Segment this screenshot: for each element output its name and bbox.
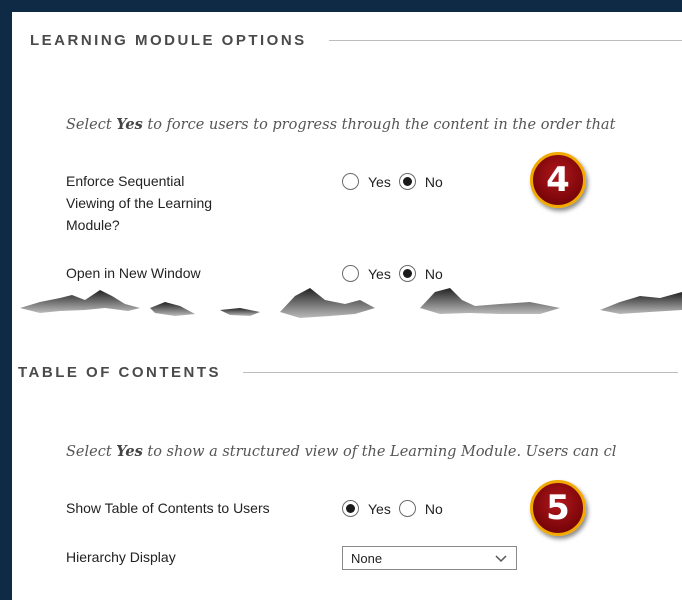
section-title: TABLE OF CONTENTS xyxy=(18,364,222,381)
toc-instruction: Select Yes to show a structured view of … xyxy=(66,443,616,460)
select-value: None xyxy=(351,550,383,566)
no-label: No xyxy=(424,500,443,517)
chevron-down-icon xyxy=(495,555,507,563)
sequential-yes-radio[interactable] xyxy=(342,173,359,190)
no-label: No xyxy=(424,173,443,190)
toc-section-header: TABLE OF CONTENTS xyxy=(18,364,678,381)
instruction-text: to show a structured view of the Learnin… xyxy=(142,444,617,460)
show-toc-yes-radio[interactable] xyxy=(342,500,359,517)
torn-edge-divider xyxy=(20,288,682,318)
step-5-badge: 5 xyxy=(530,480,586,536)
learning-module-options-panel: LEARNING MODULE OPTIONS Select Yes to fo… xyxy=(12,12,682,312)
show-toc-radio-group: Yes No xyxy=(342,500,451,517)
show-toc-label: Show Table of Contents to Users xyxy=(66,500,270,516)
instruction-text: Select xyxy=(66,117,117,133)
sequential-no-radio[interactable] xyxy=(398,173,416,190)
section-divider xyxy=(328,40,682,41)
show-toc-no-radio[interactable] xyxy=(398,500,416,517)
instruction-emphasis: Yes xyxy=(116,443,143,460)
window-frame-top xyxy=(0,0,682,12)
instruction-text: Select xyxy=(66,444,117,460)
yes-label: Yes xyxy=(368,500,391,517)
enforce-sequential-radio-group: Yes No xyxy=(342,173,451,190)
section-title: LEARNING MODULE OPTIONS xyxy=(30,32,307,49)
yes-label: Yes xyxy=(368,173,391,190)
instruction-text: to force users to progress through the c… xyxy=(142,117,616,133)
label-line: Enforce Sequential xyxy=(66,173,185,189)
hierarchy-display-select[interactable]: None xyxy=(342,546,517,570)
enforce-sequential-label: Enforce Sequential Viewing of the Learni… xyxy=(66,170,212,236)
hierarchy-display-label: Hierarchy Display xyxy=(66,549,176,565)
label-line: Module? xyxy=(66,217,120,233)
section-divider xyxy=(243,372,678,373)
instruction-emphasis: Yes xyxy=(116,116,143,133)
step-4-badge: 4 xyxy=(530,152,586,208)
table-of-contents-panel: TABLE OF CONTENTS Select Yes to show a s… xyxy=(12,300,682,600)
sequential-instruction: Select Yes to force users to progress th… xyxy=(66,116,615,133)
learning-module-section-header: LEARNING MODULE OPTIONS xyxy=(30,32,682,49)
label-line: Viewing of the Learning xyxy=(66,195,213,211)
